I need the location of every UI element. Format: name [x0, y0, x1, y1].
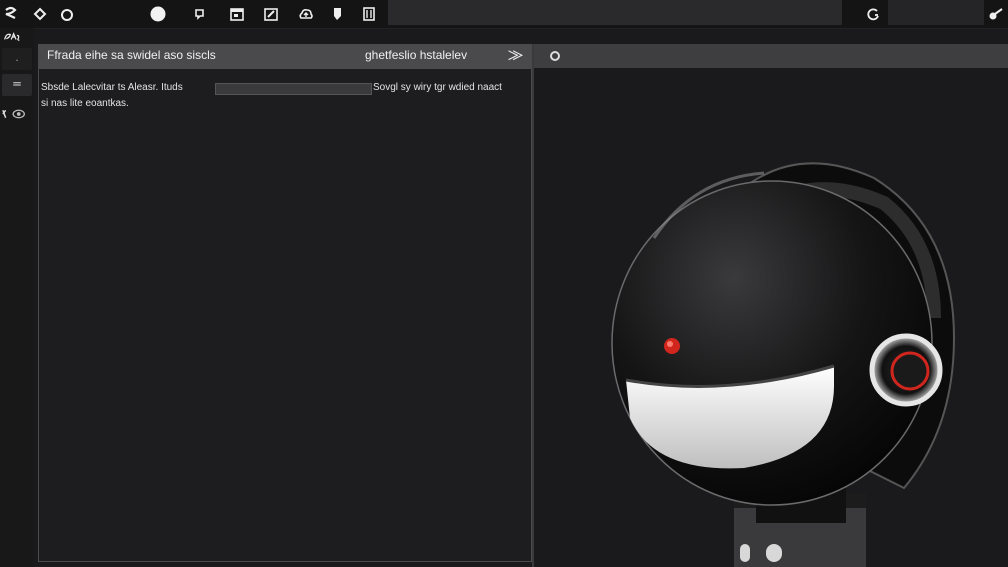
chevron-right-icon[interactable]: ⨠	[508, 47, 523, 63]
toolbar-right-field[interactable]	[888, 0, 984, 25]
image-viewport	[534, 68, 1008, 567]
menu-icon[interactable]	[2, 48, 32, 70]
record-icon[interactable]	[149, 5, 167, 23]
bookmark-icon[interactable]	[360, 5, 378, 23]
pane-text-line-1: Sbsde Lalecvitar ts Aleasr. Ituds	[41, 82, 183, 93]
dot-icon[interactable]	[550, 51, 560, 61]
list-icon[interactable]	[2, 74, 32, 96]
inline-input-field[interactable]	[215, 83, 372, 95]
side-rail	[0, 28, 34, 567]
eye-icon[interactable]	[0, 105, 30, 123]
key-icon[interactable]	[987, 5, 1005, 23]
speech-icon[interactable]	[3, 28, 21, 46]
robot-head-render	[611, 162, 956, 567]
edit-icon[interactable]	[262, 5, 280, 23]
diamond-icon[interactable]	[31, 5, 49, 23]
left-pane: Sbsde Lalecvitar ts Aleasr. Ituds Sovgl …	[38, 68, 532, 562]
tag-icon[interactable]	[328, 5, 346, 23]
search-input[interactable]	[388, 0, 842, 25]
left-pane-title: Ffrada eihe sa swidel aso siscls	[47, 48, 216, 62]
pane-text-line-2: si nas lite eoantkas.	[41, 98, 129, 109]
chat-icon[interactable]	[191, 5, 209, 23]
left-pane-filter-label[interactable]: ghetfeslio hstalelev	[365, 48, 467, 62]
mic-icon[interactable]	[2, 5, 20, 23]
left-pane-header: Ffrada eihe sa swidel aso siscls ghetfes…	[38, 44, 532, 68]
cloud-upload-icon[interactable]	[297, 5, 315, 23]
refresh-icon[interactable]	[864, 5, 882, 23]
pane-text-line-1-right: Sovgl sy wiry tgr wdied naact	[373, 82, 502, 93]
right-pane-header	[534, 44, 1008, 68]
ring-icon[interactable]	[58, 5, 76, 23]
calendar-icon[interactable]	[228, 5, 246, 23]
top-toolbar	[0, 0, 1008, 29]
